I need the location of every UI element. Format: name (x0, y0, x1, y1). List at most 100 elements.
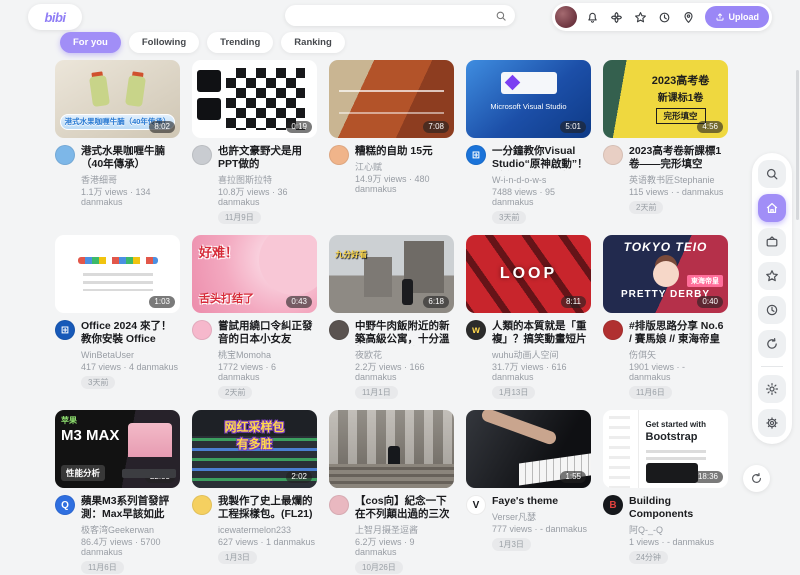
uploader-name[interactable]: 极客湾Geekerwan (81, 525, 180, 535)
uploader-avatar[interactable] (55, 145, 75, 165)
video-title[interactable]: 2023高考卷新課標1卷——完形填空 (629, 145, 728, 171)
side-refresh-button[interactable] (758, 330, 786, 358)
video-title[interactable]: 港式水果咖喱牛腩（40年傳承） (81, 145, 180, 171)
video-thumbnail[interactable]: LOOP 8:11 (466, 235, 591, 313)
uploader-name[interactable]: 上智月摄圣逗酱 (355, 525, 454, 535)
uploader-avatar[interactable]: V (466, 495, 486, 515)
uploader-avatar[interactable] (329, 145, 349, 165)
video-thumbnail[interactable]: 九分好看 6:18 (329, 235, 454, 313)
side-tv-button[interactable] (758, 228, 786, 256)
uploader-name[interactable]: WinBetaUser (81, 350, 180, 360)
uploader-avatar[interactable] (329, 495, 349, 515)
side-gear-button[interactable] (758, 409, 786, 437)
video-title[interactable]: 蘋果M3系列首發評測：Max早該如此 (81, 495, 180, 521)
video-thumbnail[interactable]: 2:59 (329, 410, 454, 488)
video-title[interactable]: 一分鐘教你Visual Studio“原神啟動”！（適用於Blend） (492, 145, 591, 171)
video-thumbnail[interactable]: Get started withBootstrap 18:36 (603, 410, 728, 488)
side-clock-button[interactable] (758, 296, 786, 324)
video-title[interactable]: 嘗試用繞口令糾正發音的日本小女友 (218, 320, 317, 346)
uploader-avatar[interactable] (192, 145, 212, 165)
uploader-avatar[interactable] (192, 320, 212, 340)
search-bar[interactable] (285, 5, 515, 26)
upload-button[interactable]: Upload (705, 6, 770, 28)
refresh-button[interactable] (743, 465, 770, 492)
video-card[interactable]: 1:55 V Faye's theme Verser凡瑟 777 views ·… (466, 410, 591, 575)
video-thumbnail[interactable]: 7:08 (329, 60, 454, 138)
video-card[interactable]: 网红采样包有多脏 2:02 我製作了史上最爛的工程採樣包。(FL21) icew… (192, 410, 317, 575)
video-title[interactable]: Building Components (629, 495, 728, 521)
uploader-avatar[interactable]: w (466, 320, 486, 340)
video-card[interactable]: Get started withBootstrap 18:36 B Buildi… (603, 410, 728, 575)
video-card[interactable]: 2023高考卷新课标1卷完形填空 4:56 2023高考卷新課標1卷——完形填空… (603, 60, 728, 225)
uploader-name[interactable]: Verser凡瑟 (492, 512, 587, 522)
video-title[interactable]: 中野牛肉飯附近的新築高級公寓，十分溫馨甚至九分乾淨 (355, 320, 454, 346)
uploader-name[interactable]: 香港细哥 (81, 175, 180, 185)
video-title[interactable]: 【cos向】紀念一下在不列顛出過的三次王 (355, 495, 454, 521)
uploader-avatar[interactable] (603, 320, 623, 340)
pin-button[interactable] (682, 10, 696, 24)
uploader-name[interactable]: W-i-n-d-o-w-s (492, 175, 591, 185)
uploader-avatar[interactable]: B (603, 495, 623, 515)
video-card[interactable]: 2:59 【cos向】紀念一下在不列顛出過的三次王 上智月摄圣逗酱 6.2万 v… (329, 410, 454, 575)
uploader-avatar[interactable] (192, 495, 212, 515)
uploader-name[interactable]: 伤佴矢 (629, 350, 728, 360)
video-thumbnail[interactable]: TOKYO TEIOPRETTY DERBY東海帝皇 0:40 (603, 235, 728, 313)
video-thumbnail[interactable]: 网红采样包有多脏 2:02 (192, 410, 317, 488)
uploader-name[interactable]: 喜拉图斯拉特 (218, 175, 317, 185)
video-card[interactable]: 苹果M3 MAX性能分析 22:55 Q 蘋果M3系列首發評測：Max早該如此 … (55, 410, 180, 575)
video-title[interactable]: #排版思路分享 No.6 / 賽馬娘 // 東海帝皇 (629, 320, 728, 346)
uploader-name[interactable]: 英语教书匠Stephanie (629, 175, 728, 185)
video-card[interactable]: 1:03 ⊞ Office 2024 來了！教你安裝 Office 2024 預… (55, 235, 180, 400)
tab-trending[interactable]: Trending (207, 32, 273, 53)
video-title[interactable]: 也許文豪野犬是用PPT做的 (218, 145, 317, 171)
star-button[interactable] (634, 10, 648, 24)
uploader-name[interactable]: 江心赋 (355, 162, 454, 172)
uploader-avatar[interactable]: ⊞ (466, 145, 486, 165)
video-card[interactable]: 九分好看 6:18 中野牛肉飯附近的新築高級公寓，十分溫馨甚至九分乾淨 夜欧花 … (329, 235, 454, 400)
bell-button[interactable] (586, 10, 600, 24)
video-thumbnail[interactable]: 港式水果咖喱牛腩（40年传承） 8:02 (55, 60, 180, 138)
side-home-button[interactable] (758, 194, 786, 222)
tab-for-you[interactable]: For you (60, 32, 121, 53)
uploader-avatar[interactable]: Q (55, 495, 75, 515)
video-title[interactable]: Office 2024 來了！教你安裝 Office 2024 預覽版! (81, 320, 180, 346)
dynamics-button[interactable] (610, 10, 624, 24)
uploader-name[interactable]: 阿Q-_-Q (629, 525, 728, 535)
scrollbar[interactable] (796, 70, 799, 220)
video-card[interactable]: 7:08 糟糕的自助 15元 江心赋 14.9万 views · 480 dan… (329, 60, 454, 225)
video-card[interactable]: 0:19 也許文豪野犬是用PPT做的 喜拉图斯拉特 10.8万 views · … (192, 60, 317, 225)
uploader-avatar[interactable] (603, 145, 623, 165)
video-thumbnail[interactable]: 好难！舌头打结了 0:43 (192, 235, 317, 313)
uploader-name[interactable]: 夜欧花 (355, 350, 454, 360)
video-title[interactable]: 糟糕的自助 15元 (355, 145, 454, 158)
video-card[interactable]: TOKYO TEIOPRETTY DERBY東海帝皇 0:40 #排版思路分享 … (603, 235, 728, 400)
video-title[interactable]: 我製作了史上最爛的工程採樣包。(FL21) (218, 495, 317, 521)
video-card[interactable]: LOOP 8:11 w 人類的本質就是「重複」？搞笑動畫短片《LOOP》 wuh… (466, 235, 591, 400)
video-thumbnail[interactable]: 1:55 (466, 410, 591, 488)
uploader-avatar[interactable]: ⊞ (55, 320, 75, 340)
video-thumbnail[interactable]: 0:19 (192, 60, 317, 138)
side-sun-button[interactable] (758, 375, 786, 403)
video-thumbnail[interactable]: 2023高考卷新课标1卷完形填空 4:56 (603, 60, 728, 138)
video-thumbnail[interactable]: Microsoft Visual Studio 5:01 (466, 60, 591, 138)
uploader-name[interactable]: icewatermelon233 (218, 525, 317, 535)
uploader-avatar[interactable] (329, 320, 349, 340)
clock-button[interactable] (658, 10, 672, 24)
video-card[interactable]: 好难！舌头打结了 0:43 嘗試用繞口令糾正發音的日本小女友 桃宝Momoha … (192, 235, 317, 400)
date-badge: 3天前 (81, 376, 115, 389)
video-thumbnail[interactable]: 苹果M3 MAX性能分析 22:55 (55, 410, 180, 488)
video-title[interactable]: 人類的本質就是「重複」？搞笑動畫短片《LOOP》 (492, 320, 591, 346)
tab-following[interactable]: Following (129, 32, 199, 53)
tab-ranking[interactable]: Ranking (281, 32, 344, 53)
video-thumbnail[interactable]: 1:03 (55, 235, 180, 313)
side-search-button[interactable] (758, 160, 786, 188)
search-input[interactable] (293, 9, 495, 22)
site-logo[interactable]: bibi (28, 4, 82, 30)
video-title[interactable]: Faye's theme (492, 495, 587, 508)
uploader-name[interactable]: 桃宝Momoha (218, 350, 317, 360)
video-card[interactable]: Microsoft Visual Studio 5:01 ⊞ 一分鐘教你Visu… (466, 60, 591, 225)
user-avatar[interactable] (555, 6, 577, 28)
uploader-name[interactable]: wuhu动画人空间 (492, 350, 591, 360)
side-star-button[interactable] (758, 262, 786, 290)
video-card[interactable]: 港式水果咖喱牛腩（40年传承） 8:02 港式水果咖喱牛腩（40年傳承） 香港细… (55, 60, 180, 225)
